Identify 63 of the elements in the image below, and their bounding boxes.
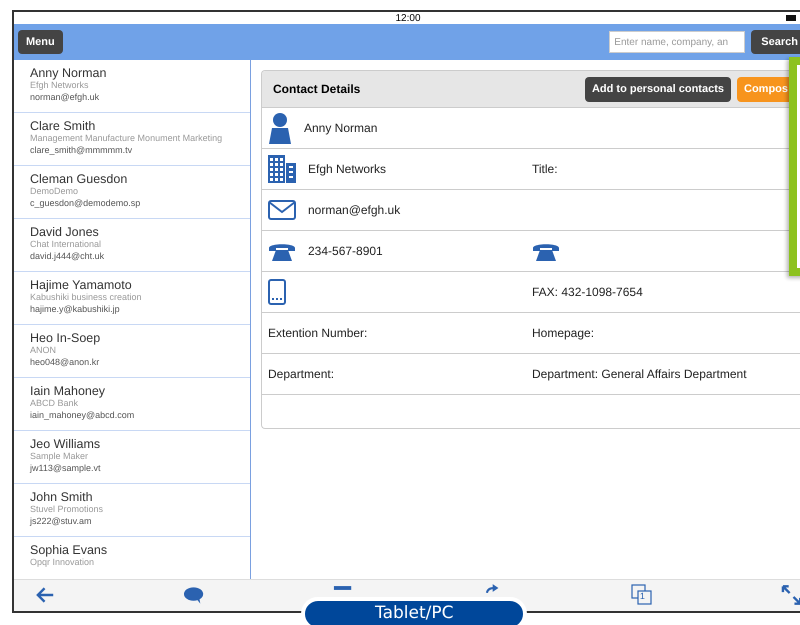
contact-name: John Smith xyxy=(30,490,94,504)
contact-email: iain_mahoney@abcd.com xyxy=(30,410,136,420)
contact-email: hajime.y@kabushiki.jp xyxy=(30,304,121,314)
contact-name: Clare Smith xyxy=(30,119,96,133)
contact-name: Heo In-Soep xyxy=(30,331,102,345)
contact-list-item[interactable]: Anny Norman Efgh Networks norman@efgh.uk xyxy=(14,60,250,113)
contact-email: js222@stuv.am xyxy=(30,516,92,526)
search-button[interactable]: Search xyxy=(751,30,800,54)
person-icon xyxy=(268,112,292,144)
panel-title: Contact Details xyxy=(273,82,360,96)
contact-email: clare_smith@mmmmm.tv xyxy=(30,145,134,155)
minus-icon[interactable] xyxy=(332,586,354,590)
detail-text: FAX: 432-1098-7654 xyxy=(532,285,643,299)
contact-company: Efgh Networks xyxy=(30,80,90,90)
contact-company: Sample Maker xyxy=(30,451,90,461)
contact-list-item[interactable]: Hajime Yamamoto Kabushiki business creation hajime.y@kabushiki.jp xyxy=(14,272,250,325)
status-time: 12:00 xyxy=(395,12,421,24)
redo-arrow-icon[interactable] xyxy=(485,584,499,593)
contact-name: Cleman Guesdon xyxy=(30,172,128,186)
device-caption: Tablet/PC xyxy=(301,597,528,625)
contact-name: Jeo Williams xyxy=(30,437,102,451)
contact-list-item[interactable]: Heo In-Soep ANON heo048@anon.kr xyxy=(14,325,250,378)
contact-company: DemoDemo xyxy=(30,186,80,196)
detail-text: Anny Norman xyxy=(304,121,378,135)
contact-email: jw113@sample.vt xyxy=(30,463,102,473)
contact-company: Kabushiki business creation xyxy=(30,292,143,302)
battery-icon xyxy=(786,15,796,21)
contact-company: Opqr Innovation xyxy=(30,557,96,567)
contact-email: norman@efgh.uk xyxy=(30,92,100,102)
contact-email: heo048@anon.kr xyxy=(30,357,100,367)
contact-list-item[interactable]: John Smith Stuvel Promotions js222@stuv.am xyxy=(14,484,250,537)
detail-text: Extention Number: xyxy=(268,326,368,340)
detail-text: Title: xyxy=(532,162,558,176)
contact-company: ABCD Bank xyxy=(30,398,80,408)
detail-text: 234-567-8901 xyxy=(308,244,383,258)
contact-list-item[interactable]: David Jones Chat International david.j444@cht.uk xyxy=(14,219,250,272)
envelope-icon xyxy=(268,200,296,220)
contact-company: Chat International xyxy=(30,239,102,249)
contact-email: c_guesdon@demodemo.sp xyxy=(30,198,142,208)
building-icon xyxy=(268,155,296,183)
contact-name: Hajime Yamamoto xyxy=(30,278,133,292)
add-contact-button[interactable]: Add to personal contacts xyxy=(584,76,731,102)
contact-company: Stuvel Promotions xyxy=(30,504,104,514)
detail-text: Department: General Affairs Department xyxy=(532,367,747,381)
contact-list-item[interactable]: Jeo Williams Sample Maker jw113@sample.vt xyxy=(14,431,250,484)
contact-name: Iain Mahoney xyxy=(30,384,106,398)
contact-list-item[interactable]: Clare Smith Management Manufacture Monument Marketing clare_smith@mmmmm.tv xyxy=(14,113,250,166)
contact-company: ANON xyxy=(30,345,58,355)
expand-icon[interactable] xyxy=(780,584,800,606)
detail-text: Efgh Networks xyxy=(308,162,386,176)
mobile-phone-icon xyxy=(268,279,286,305)
contact-company: Management Manufacture Monument Marketing xyxy=(30,133,224,143)
menu-button[interactable]: Menu xyxy=(18,30,63,54)
contact-name: Anny Norman xyxy=(30,66,108,80)
contact-list-item[interactable]: Iain Mahoney ABCD Bank iain_mahoney@abcd.com xyxy=(14,378,250,431)
detail-text: Homepage: xyxy=(532,326,594,340)
contact-name: David Jones xyxy=(30,225,100,239)
detail-text: Department: xyxy=(268,367,334,381)
contact-email: david.j444@cht.uk xyxy=(30,251,106,261)
detail-text: norman@efgh.uk xyxy=(308,203,400,217)
search-field[interactable]: Enter name, company, an xyxy=(609,31,746,53)
contact-name: Sophia Evans xyxy=(30,543,108,557)
contact-list-item[interactable]: Cleman Guesdon DemoDemo c_guesdon@demodemo.sp xyxy=(14,166,250,219)
